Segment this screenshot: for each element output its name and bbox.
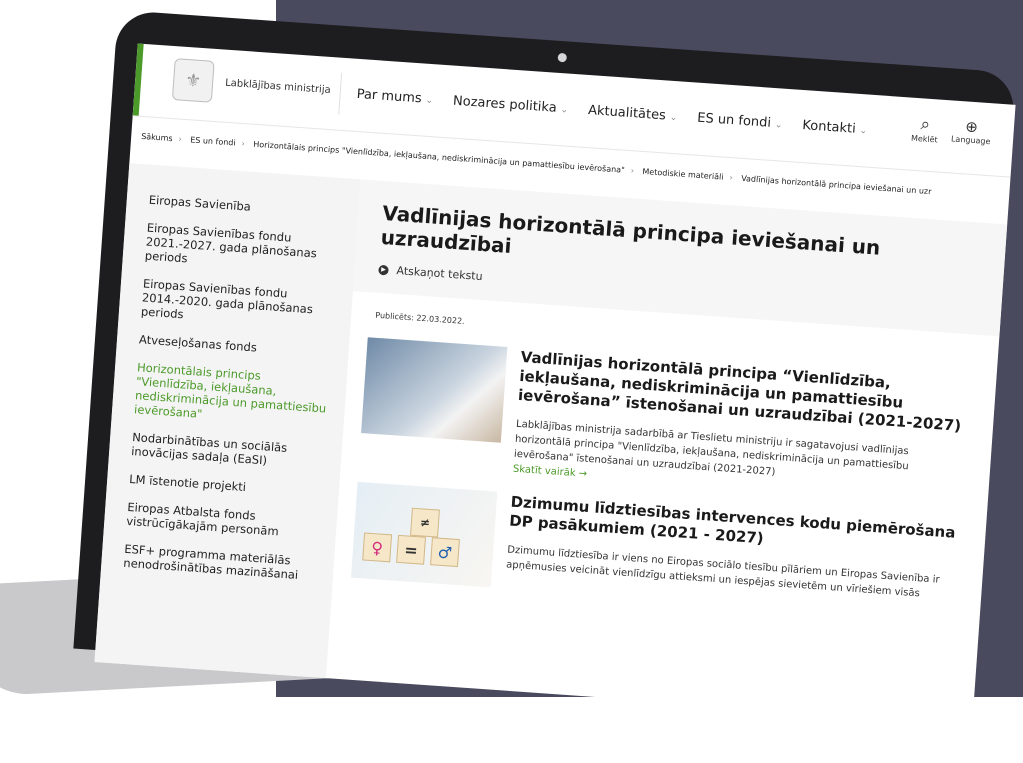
chevron-down-icon: ⌄ <box>774 120 783 131</box>
equals-icon: = <box>396 534 427 565</box>
title-box: Vadlīnijas horizontālā principa ieviešan… <box>352 179 1008 337</box>
breadcrumb-separator: › <box>241 138 246 149</box>
article-content: Dzimumu līdztiesības intervences kodu pi… <box>505 493 963 620</box>
nav-item-nozares-politika[interactable]: Nozares politika ⌄ <box>453 94 569 117</box>
main-nav: Par mums ⌄ Nozares politika ⌄ Aktualitātes… <box>356 87 868 138</box>
language-button[interactable]: ⊕ Language <box>951 116 992 146</box>
sidebar-item-eiropas-savieniba[interactable]: Eiropas Savienība <box>148 193 341 220</box>
article-content: Vadlīnijas horizontālā principa “Vienlīd… <box>513 348 973 506</box>
list-item: Vadlīnijas horizontālā principa “Vienlīd… <box>359 337 972 506</box>
breadcrumb-item[interactable]: Sākums <box>141 132 173 143</box>
not-equal-icon: ≠ <box>410 507 440 538</box>
chevron-down-icon: ⌄ <box>669 112 678 124</box>
nav-label: Nozares politika <box>452 93 558 116</box>
sidebar: Eiropas Savienība Eiropas Savienības fon… <box>94 163 361 699</box>
sidebar-item-atveselosanas-fonds[interactable]: Atveseļošanas fonds <box>139 332 332 359</box>
male-symbol-icon: ♂ <box>430 537 460 568</box>
main-content: Vadlīnijas horizontālā principa ieviešan… <box>333 179 1008 621</box>
play-icon: ▶ <box>378 264 389 275</box>
sidebar-item-esf-programma[interactable]: ESF+ programma materiālās nenodrošinātīb… <box>123 542 316 583</box>
breadcrumb-current: Vadlīnijas horizontālā principa ieviešan… <box>740 173 932 197</box>
nav-item-kontakti[interactable]: Kontakti ⌄ <box>802 118 868 137</box>
header-divider <box>338 72 343 115</box>
sidebar-item-fondi-2021-2027[interactable]: Eiropas Savienības fondu 2021.-2027. gad… <box>144 221 338 276</box>
breadcrumb-separator: › <box>178 134 183 144</box>
nav-label: Aktualitātes <box>587 103 667 124</box>
nav-label: Kontakti <box>801 118 857 137</box>
chevron-down-icon: ⌄ <box>859 126 868 137</box>
female-symbol-icon: ♀ <box>362 532 393 563</box>
nav-label: ES un fondi <box>696 110 772 131</box>
chevron-down-icon: ⌄ <box>425 95 434 107</box>
screen: ⚜ Labklājības ministrija Par mums ⌄ Nozar… <box>94 43 1016 724</box>
breadcrumb-separator: › <box>729 173 734 183</box>
sidebar-item-atbalsta-fonds[interactable]: Eiropas Atbalsta fonds vistrūcīgākajām p… <box>126 500 319 541</box>
sidebar-item-fondi-2014-2020[interactable]: Eiropas Savienības fondu 2014.-2020. gad… <box>141 276 335 331</box>
search-icon: ⌕ <box>919 114 931 135</box>
sidebar-item-horizontalais-princips[interactable]: Horizontālais princips "Vienlīdzība, iek… <box>134 360 329 429</box>
nav-item-aktualitates[interactable]: Aktualitātes ⌄ <box>588 103 678 124</box>
camera <box>557 52 568 63</box>
breadcrumb-item[interactable]: Metodiskie materiāli <box>642 167 724 182</box>
article-thumbnail[interactable] <box>361 337 508 443</box>
org-name[interactable]: Labklājības ministrija <box>225 78 331 96</box>
list-item: ♀ = ♂ ≠ Dzimumu līdztiesības intervences… <box>350 481 963 620</box>
search-label: Meklēt <box>910 133 938 145</box>
laptop-mockup: ⚜ Labklājības ministrija Par mums ⌄ Nozar… <box>0 0 1023 724</box>
search-button[interactable]: ⌕ Meklēt <box>910 114 940 145</box>
sidebar-item-lm-projekti[interactable]: LM īstenotie projekti <box>129 472 322 499</box>
nav-item-es-un-fondi[interactable]: ES un fondi ⌄ <box>697 111 783 132</box>
listen-label: Atskaņot tekstu <box>396 264 484 284</box>
nav-item-par-mums[interactable]: Par mums ⌄ <box>356 87 433 107</box>
chevron-down-icon: ⌄ <box>560 105 569 116</box>
nav-label: Par mums <box>356 86 423 107</box>
coat-of-arms-logo[interactable]: ⚜ <box>171 58 215 103</box>
breadcrumb-separator: › <box>630 166 635 176</box>
language-label: Language <box>950 134 991 147</box>
breadcrumb-item[interactable]: ES un fondi <box>190 135 236 147</box>
sidebar-item-easi[interactable]: Nodarbinātības un sociālās inovācijas sa… <box>131 430 324 471</box>
article-thumbnail[interactable]: ♀ = ♂ ≠ <box>350 481 498 588</box>
